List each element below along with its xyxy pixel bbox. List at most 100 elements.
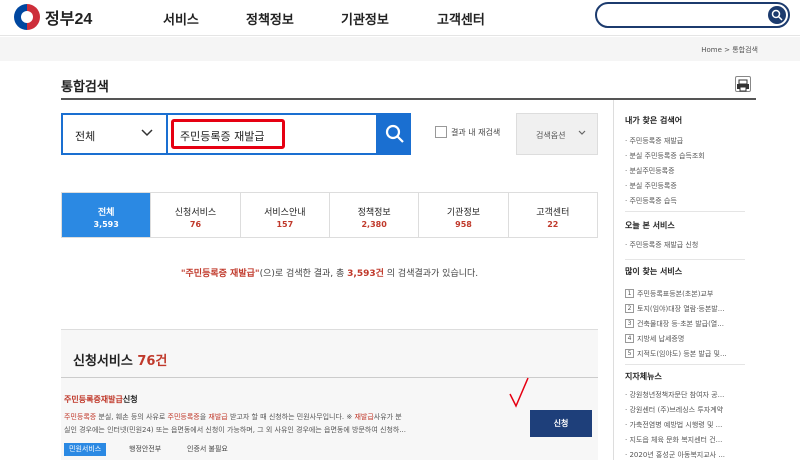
category-tag: 민원서비스 xyxy=(64,443,107,456)
search-query-wrap: 주민등록증 재발급 xyxy=(168,115,376,153)
rank-number: 4 xyxy=(625,334,634,343)
search-button[interactable] xyxy=(379,113,411,155)
search-options-label: 검색옵션 xyxy=(536,131,566,140)
print-button[interactable] xyxy=(735,76,751,92)
header-search xyxy=(595,2,790,28)
tab-all[interactable]: 전체 3,593 xyxy=(62,193,152,237)
tab-label: 신청서비스 xyxy=(174,208,217,218)
list-item[interactable]: 4 지방세 납세증명 xyxy=(625,331,727,346)
breadcrumb[interactable]: Home > 통합검색 xyxy=(701,45,758,55)
list-item[interactable]: 주민등록증 습득 xyxy=(625,196,705,211)
research-label: 결과 내 재검색 xyxy=(451,127,501,137)
section-title: 신청서비스 76건 xyxy=(73,350,167,369)
list-item[interactable]: 주민등록증 재발급 신청 xyxy=(625,240,698,255)
result-title-rest: 신청 xyxy=(122,395,138,404)
result-title[interactable]: 주민등록증재발급신청 xyxy=(64,394,138,405)
taegeuk-logo-icon xyxy=(14,4,40,30)
search-options-button[interactable]: 검색옵션 xyxy=(516,113,598,155)
search-icon xyxy=(771,9,783,21)
list-item[interactable]: 2020년 홍성군 아동복지교사 ... xyxy=(625,450,725,465)
search-summary: "주민등록증 재발급"(으)로 검색한 결과, 총 3,593건 의 검색결과가… xyxy=(61,266,598,279)
page-title: 통합검색 xyxy=(61,80,109,95)
chevron-down-icon xyxy=(578,130,586,135)
breadcrumb-bar: Home > 통합검색 xyxy=(0,37,800,61)
summary-keyword: "주민등록증 재발급" xyxy=(180,269,260,279)
news-title: 지자체뉴스 xyxy=(625,372,662,381)
rank-number: 1 xyxy=(625,289,634,298)
list-item[interactable]: 분실주민등록증 xyxy=(625,166,705,181)
list-item[interactable]: 가축전염병 예방법 시행령 및 ... xyxy=(625,420,725,435)
viewed-list: 주민등록증 재발급 신청 xyxy=(625,240,698,255)
summary-text: (으)로 검색한 결과, 총 xyxy=(259,269,348,279)
tab-label: 서비스안내 xyxy=(264,208,306,218)
red-checkmark-annotation xyxy=(509,377,529,408)
search-query-input[interactable]: 주민등록증 재발급 xyxy=(171,119,285,149)
section-title-text: 신청서비스 xyxy=(73,354,133,369)
tab-count: 958 xyxy=(455,220,472,229)
research-checkbox[interactable] xyxy=(435,126,447,138)
rank-number: 2 xyxy=(625,304,634,313)
list-item[interactable]: 2 토지(임야)대장 열람·등본발... xyxy=(625,301,727,316)
summary-tail: 의 검색결과가 있습니다. xyxy=(383,269,479,279)
tab-count: 157 xyxy=(276,220,294,229)
search-icon xyxy=(385,124,404,143)
tab-customer-center[interactable]: 고객센터 22 xyxy=(509,193,597,237)
list-item-label: 지적도(임야도) 등본 발급 및... xyxy=(637,349,727,358)
result-tabs: 전체 3,593 신청서비스 76 서비스안내 157 정책정보 2,380 기관정보 9… xyxy=(61,192,598,238)
nav-services[interactable]: 서비스 xyxy=(163,9,199,28)
nav-customer-center[interactable]: 고객센터 xyxy=(437,9,485,28)
result-description: 주민등록증 분실, 훼손 등의 사유로 주민등록증을 재발급 받고자 할 때 신… xyxy=(64,411,516,437)
tab-label: 고객센터 xyxy=(536,208,570,218)
my-searches-list: 주민등록증 재발급 분실 주민등록증 습득조회 분실주민등록증 분실 주민등록증… xyxy=(625,136,705,211)
sidebar-divider xyxy=(625,259,745,260)
desc-keyword: 재발급 xyxy=(354,413,374,421)
list-item-label: 토지(임야)대장 열람·등본발... xyxy=(637,304,725,313)
list-item[interactable]: 지도읍 체육 문화 복지센터 건... xyxy=(625,435,725,450)
list-item[interactable]: 주민등록증 재발급 xyxy=(625,136,705,151)
tab-policy-info[interactable]: 정책정보 2,380 xyxy=(330,193,420,237)
list-item[interactable]: 5 지적도(임야도) 등본 발급 및... xyxy=(625,346,727,361)
site-header: 정부24 서비스 정책정보 기관정보 고객센터 xyxy=(0,0,800,36)
viewed-title: 오늘 본 서비스 xyxy=(625,221,675,230)
right-sidebar: 내가 찾은 검색어 주민등록증 재발급 분실 주민등록증 습득조회 분실주민등록… xyxy=(613,100,755,460)
apply-button[interactable]: 신청 xyxy=(530,410,592,437)
tab-apply-services[interactable]: 신청서비스 76 xyxy=(151,193,241,237)
list-item-label: 건축물대장 등·초본 발급(열... xyxy=(637,319,724,328)
search-scope-select[interactable]: 전체 xyxy=(63,115,166,153)
desc-text: 실인 경우에는 인터넷(민원24) 또는 읍면동에서 신청이 가능하며, 그 외… xyxy=(64,426,406,434)
nav-policy[interactable]: 정책정보 xyxy=(246,9,294,28)
desc-text: 분실, 훼손 등의 사유로 xyxy=(96,413,168,421)
list-item[interactable]: 3 건축물대장 등·초본 발급(열... xyxy=(625,316,727,331)
list-item-label: 지방세 납세증명 xyxy=(637,334,685,343)
nav-agencies[interactable]: 기관정보 xyxy=(341,9,389,28)
desc-keyword: 주민등록증 xyxy=(64,413,97,421)
chevron-down-icon xyxy=(141,129,153,137)
tab-count: 76 xyxy=(189,220,202,229)
logo-text: 정부24 xyxy=(45,11,93,28)
tab-count: 22 xyxy=(547,220,559,229)
my-searches-title: 내가 찾은 검색어 xyxy=(625,116,683,125)
header-search-button[interactable] xyxy=(768,6,786,24)
section-count: 76건 xyxy=(137,354,168,369)
list-item-label: 주민등록표등본(초본)교부 xyxy=(637,289,714,298)
list-item[interactable]: 강원청년정책자문단 참여자 공... xyxy=(625,390,725,405)
tab-label: 기관정보 xyxy=(446,208,481,218)
list-item[interactable]: 분실 주민등록증 xyxy=(625,181,705,196)
sidebar-divider xyxy=(625,364,745,365)
sidebar-divider xyxy=(625,211,745,212)
research-option[interactable]: 결과 내 재검색 xyxy=(435,126,500,138)
result-title-keyword: 주민등록증재발급 xyxy=(64,395,123,404)
tab-count: 2,380 xyxy=(361,220,387,229)
tab-agency-info[interactable]: 기관정보 958 xyxy=(419,193,509,237)
main-search-bar: 전체 주민등록증 재발급 xyxy=(61,113,411,155)
summary-total: 3,593건 xyxy=(347,269,384,279)
logo[interactable]: 정부24 xyxy=(14,4,92,30)
tab-label: 정책정보 xyxy=(357,208,391,218)
header-search-input[interactable] xyxy=(607,6,767,26)
list-item[interactable]: 강원센터 (주)브레싱스 투자계약 xyxy=(625,405,725,420)
list-item[interactable]: 1 주민등록표등본(초본)교부 xyxy=(625,286,727,301)
desc-text: 받고자 할 때 신청하는 민원사무입니다. ※ xyxy=(227,413,355,421)
tab-service-guide[interactable]: 서비스안내 157 xyxy=(241,193,330,237)
tab-label: 전체 xyxy=(97,208,115,218)
list-item[interactable]: 분실 주민등록증 습득조회 xyxy=(625,151,704,166)
